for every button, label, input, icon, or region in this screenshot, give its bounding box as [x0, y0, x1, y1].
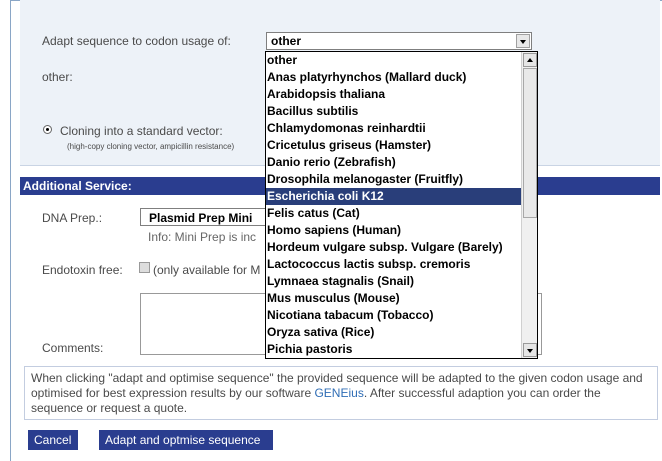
endotoxin-checkbox[interactable] [139, 262, 150, 273]
dropdown-option[interactable]: Danio rerio (Zebrafish) [266, 154, 522, 171]
dropdown-option[interactable]: Felis catus (Cat) [266, 205, 522, 222]
dropdown-option[interactable]: Chlamydomonas reinhardtii [266, 120, 522, 137]
cloning-label: Cloning into a standard vector: [60, 124, 223, 138]
chevron-down-icon[interactable] [516, 34, 530, 48]
info-box: When clicking "adapt and optimise sequen… [24, 366, 658, 420]
cloning-sub-label: (high-copy cloning vector, ampicillin re… [67, 142, 235, 151]
dropdown-option[interactable]: Bacillus subtilis [266, 103, 522, 120]
scroll-down-icon[interactable] [523, 343, 537, 357]
comments-label: Comments: [42, 341, 104, 355]
codon-usage-value: other [271, 34, 301, 48]
scroll-up-icon[interactable] [523, 53, 537, 67]
scrollbar-thumb[interactable] [523, 68, 537, 218]
dropdown-option[interactable]: Lactococcus lactis subsp. cremoris [266, 256, 522, 273]
dropdown-option[interactable]: Arabidopsis thaliana [266, 86, 522, 103]
dropdown-option[interactable]: Escherichia coli K12 [266, 188, 522, 205]
dna-prep-label: DNA Prep.: [42, 211, 103, 225]
dropdown-scrollbar[interactable] [521, 52, 537, 358]
cloning-radio[interactable] [43, 125, 52, 134]
dropdown-options: other Anas platyrhynchos (Mallard duck) Ar… [266, 52, 522, 358]
dropdown-option[interactable]: Drosophila melanogaster (Fruitfly) [266, 171, 522, 188]
dropdown-option[interactable]: Cricetulus griseus (Hamster) [266, 137, 522, 154]
codon-usage-label: Adapt sequence to codon usage of: [42, 34, 231, 48]
other-label: other: [42, 70, 73, 84]
endotoxin-label: Endotoxin free: [42, 263, 123, 277]
dropdown-option[interactable]: Oryza sativa (Rice) [266, 324, 522, 341]
dropdown-option[interactable]: Pichia pastoris [266, 341, 522, 358]
dropdown-option[interactable]: Homo sapiens (Human) [266, 222, 522, 239]
codon-usage-select[interactable]: other [266, 32, 532, 50]
geneius-link[interactable]: GENEius [314, 386, 363, 400]
dropdown-option[interactable]: Mus musculus (Mouse) [266, 290, 522, 307]
adapt-optimise-button[interactable]: Adapt and optmise sequence [99, 430, 273, 450]
cancel-button[interactable]: Cancel [28, 430, 78, 450]
dna-prep-info: Info: Mini Prep is inc [148, 230, 257, 244]
codon-usage-dropdown-list[interactable]: other Anas platyrhynchos (Mallard duck) Ar… [265, 51, 538, 359]
dropdown-option[interactable]: Hordeum vulgare subsp. Vulgare (Barely) [266, 239, 522, 256]
dropdown-option[interactable]: Anas platyrhynchos (Mallard duck) [266, 69, 522, 86]
endotoxin-note: (only available for M [153, 263, 261, 277]
dropdown-option[interactable]: Nicotiana tabacum (Tobacco) [266, 307, 522, 324]
dropdown-option[interactable]: other [266, 52, 522, 69]
dna-prep-select[interactable]: Plasmid Prep Mini [140, 208, 270, 226]
dropdown-option[interactable]: Lymnaea stagnalis (Snail) [266, 273, 522, 290]
